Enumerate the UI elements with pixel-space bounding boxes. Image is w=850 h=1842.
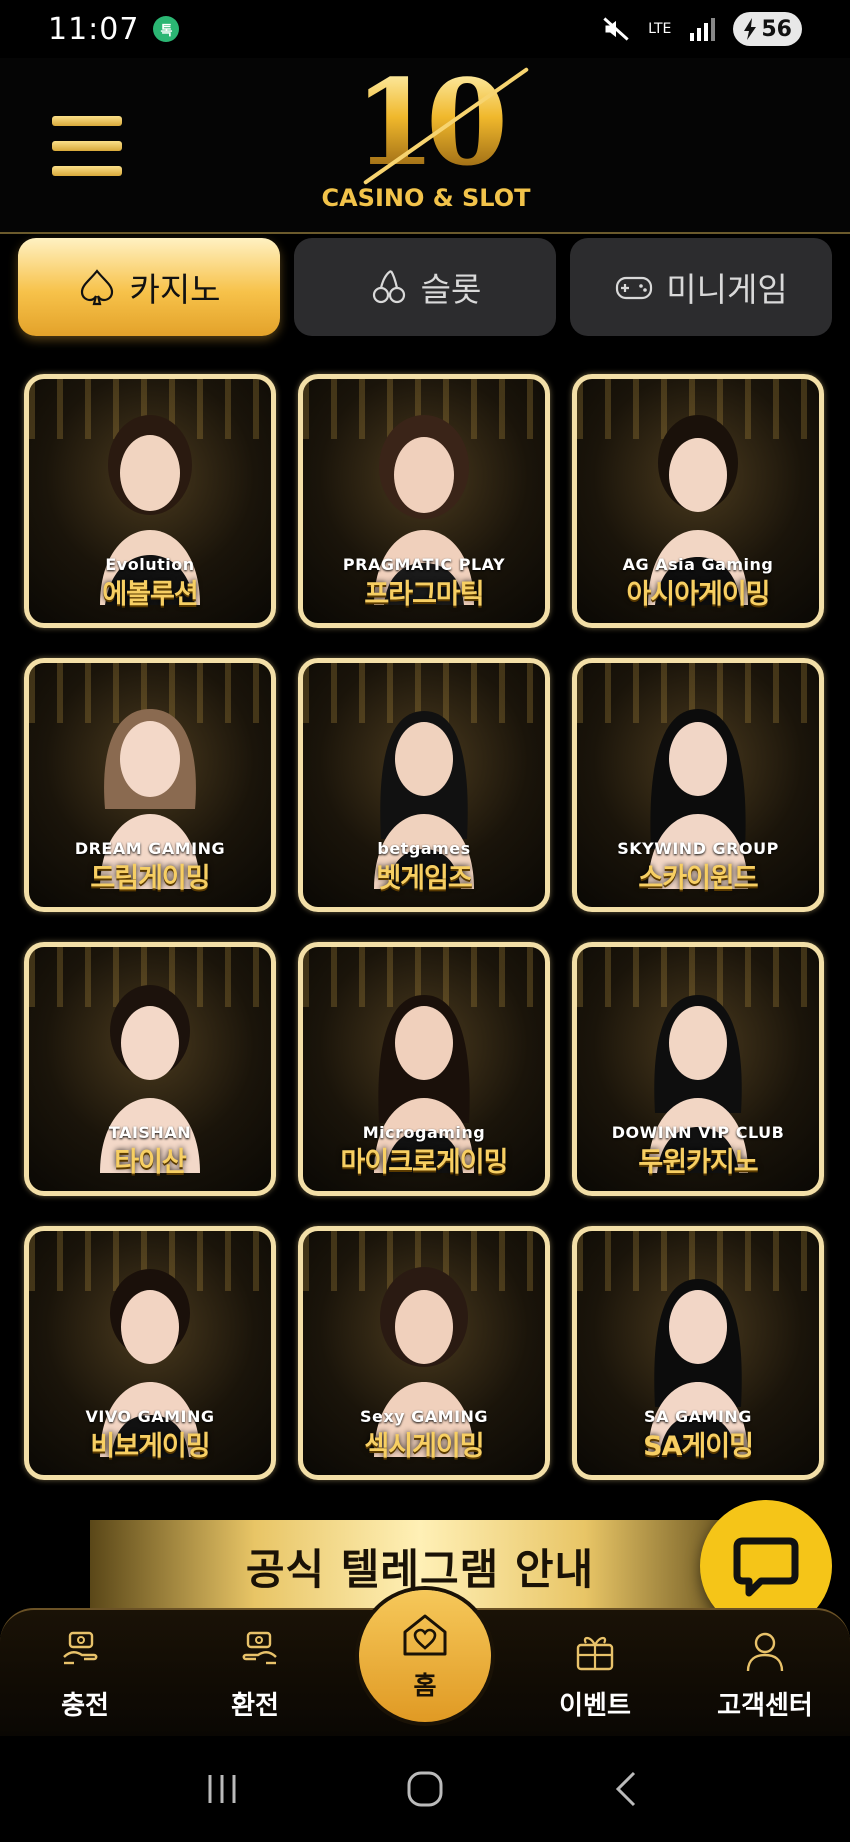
game-card[interactable]: DREAM GAMING 드림게이밍 [24,658,276,912]
deposit-hand-icon [63,1631,98,1664]
game-card[interactable]: Evolution 에볼루션 [24,374,276,628]
nav-event-label: 이벤트 [559,1690,631,1721]
game-card-title: 벳게임즈 [376,863,472,894]
tab-slot[interactable]: 슬롯 [294,238,556,336]
site-logo[interactable]: 10 CASINO & SLOT [306,64,546,234]
banner-text: 공식 텔레그램 안내 [245,1544,595,1594]
logo-subtitle: CASINO & SLOT [321,184,531,212]
chat-bubble-icon [733,1537,799,1597]
nav-home-label: 홈 [413,1671,437,1700]
support-agent-icon [746,1632,784,1671]
game-card-title: 비보게이밍 [90,1431,210,1462]
nav-support[interactable]: 고객센터 [680,1610,850,1738]
status-bar: 11:07 톡 LTE 56 [0,0,850,58]
recent-apps-button[interactable] [197,1764,247,1814]
back-chevron-icon [616,1771,636,1807]
charging-bolt-icon [744,18,757,40]
hamburger-menu-button[interactable] [52,116,122,176]
game-card-title: 에볼루션 [102,579,198,610]
menu-bar-icon [52,141,122,151]
game-card-title: 드림게이밍 [90,863,210,894]
game-card[interactable]: betgames 벳게임즈 [298,658,550,912]
game-card-title: 스카이윈드 [638,863,758,894]
game-card[interactable]: Sexy GAMING 섹시게이밍 [298,1226,550,1480]
gift-icon [576,1636,614,1670]
battery-indicator: 56 [733,12,802,46]
tab-casino-label: 카지노 [129,270,221,309]
game-card[interactable]: VIVO GAMING 비보게이밍 [24,1226,276,1480]
tab-slot-label: 슬롯 [420,270,482,309]
game-provider-grid: Evolution 에볼루션 PRAGMATIC PLAY 프라그마틱 AG A… [24,374,828,1480]
kakaotalk-notification-icon: 톡 [153,16,180,42]
network-type: LTE [648,21,672,37]
game-card[interactable]: PRAGMATIC PLAY 프라그마틱 [298,374,550,628]
status-time: 11:07 [48,11,140,47]
game-card[interactable]: AG Asia Gaming 아시아게이밍 [572,374,824,628]
tab-minigame-label: 미니게임 [666,270,788,309]
game-card-title: 섹시게이밍 [364,1431,484,1462]
game-card[interactable]: TAISHAN 타이산 [24,942,276,1196]
nav-exchange[interactable]: 환전 [170,1610,340,1738]
signal-icon [690,18,716,41]
game-card[interactable]: SA GAMING SA게이밍 [572,1226,824,1480]
game-card[interactable]: DOWINN VIP CLUB 두윈카지노 [572,942,824,1196]
game-card-title: 아시아게이밍 [626,579,770,610]
game-card-title: 마이크로게이밍 [340,1147,509,1178]
nav-charge-label: 충전 [61,1690,109,1721]
game-card[interactable]: SKYWIND GROUP 스카이윈드 [572,658,824,912]
menu-bar-icon [52,116,122,126]
category-tabs: 카지노 슬롯 미니게임 [18,238,832,336]
nav-event[interactable]: 이벤트 [510,1610,680,1738]
withdraw-hand-icon [242,1631,277,1664]
home-heart-icon [403,1614,447,1656]
mute-icon [603,17,629,41]
back-button[interactable] [603,1764,653,1814]
game-card-title: SA게이밍 [643,1431,754,1462]
nav-exchange-label: 환전 [231,1690,279,1721]
gamepad-icon [616,276,653,300]
game-card-title: 두윈카지노 [638,1147,758,1178]
game-card-title: 프라그마틱 [364,579,484,610]
status-indicators: LTE 56 [602,12,802,46]
system-navigation-bar [0,1736,850,1842]
game-card-title: 타이산 [114,1147,187,1178]
game-card[interactable]: Microgaming 마이크로게이밍 [298,942,550,1196]
tab-casino[interactable]: 카지노 [18,238,280,336]
home-system-button[interactable] [400,1764,450,1814]
spade-icon [81,269,114,306]
menu-bar-icon [52,166,122,176]
nav-support-label: 고객센터 [717,1690,813,1721]
home-square-icon [407,1771,443,1807]
nav-home-button[interactable]: 홈 [359,1590,491,1722]
tab-minigame[interactable]: 미니게임 [570,238,832,336]
cherry-icon [372,270,405,304]
nav-charge[interactable]: 충전 [0,1610,170,1738]
app-header: 10 CASINO & SLOT [0,58,850,234]
recent-apps-icon [208,1775,236,1803]
battery-level: 56 [761,16,792,42]
